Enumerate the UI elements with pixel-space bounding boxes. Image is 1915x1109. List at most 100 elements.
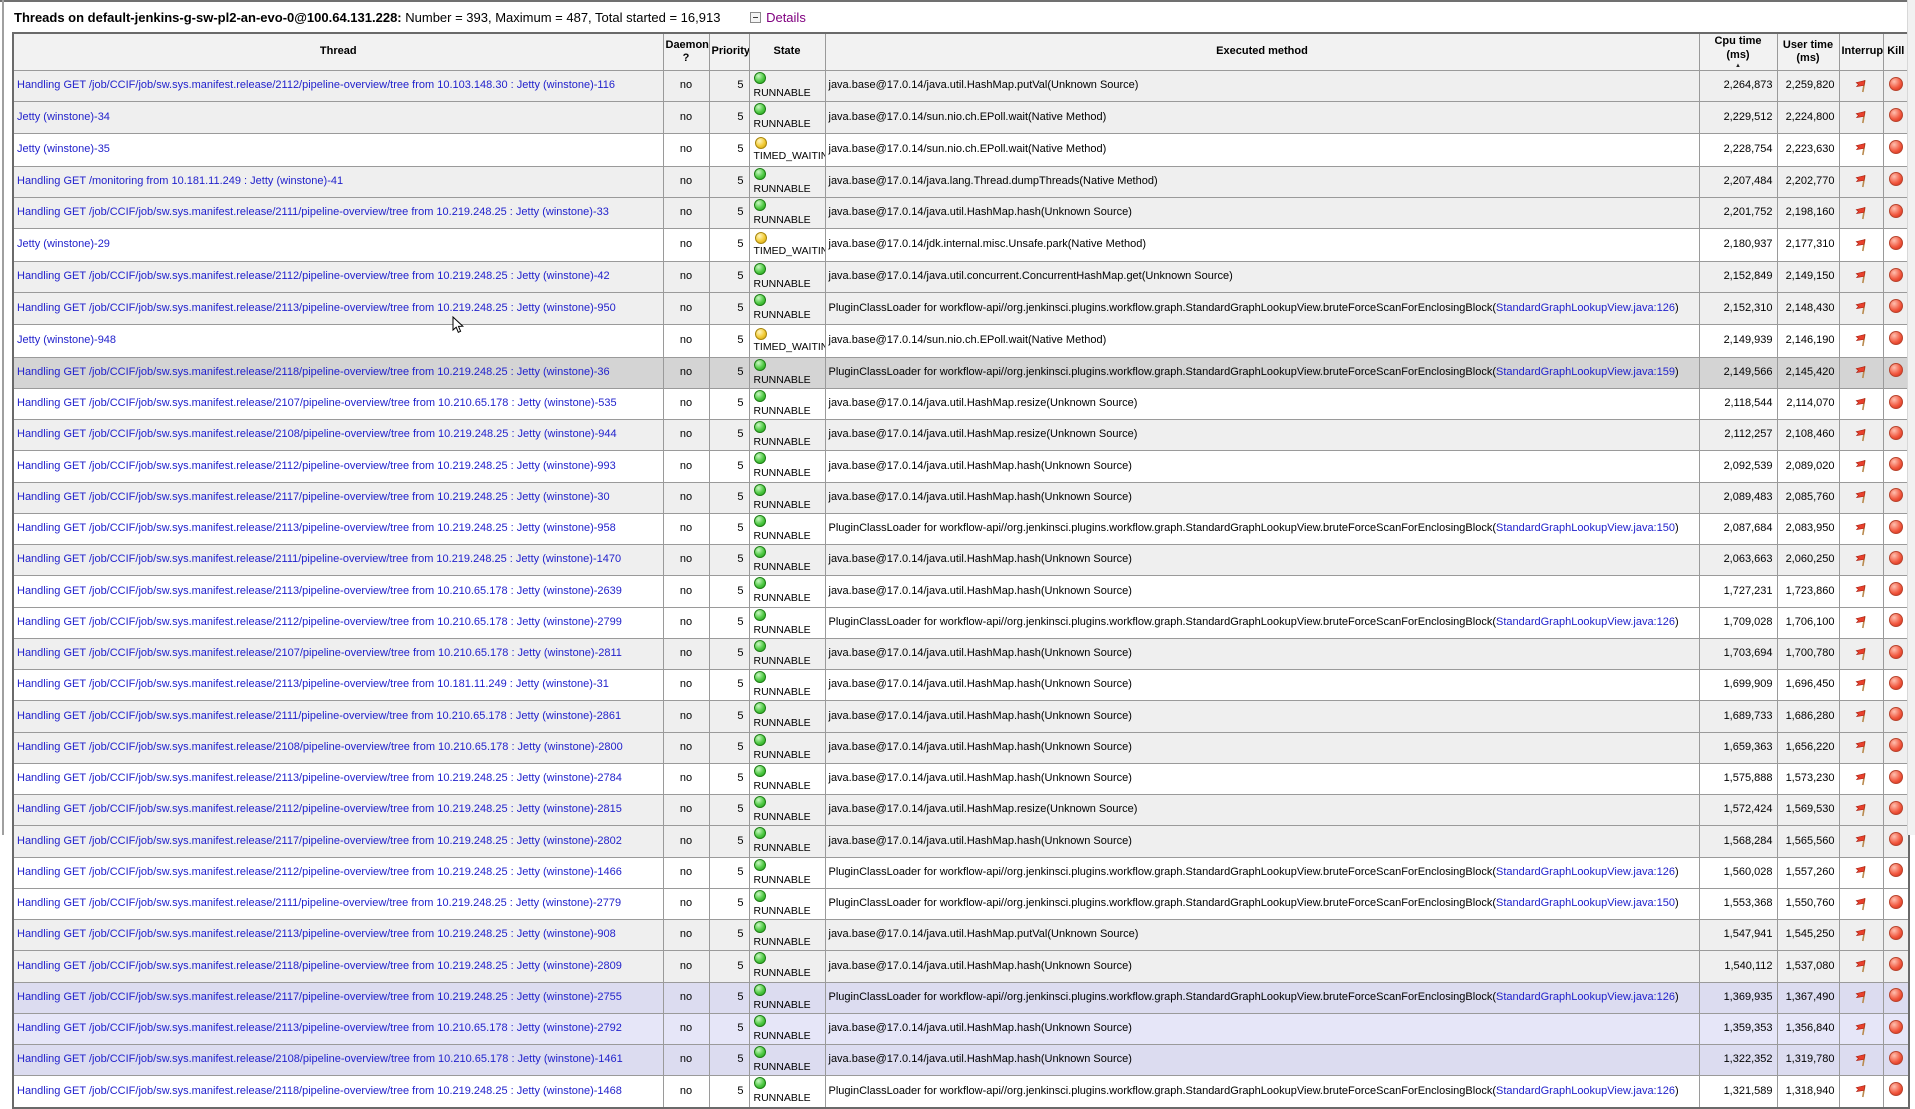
source-line-link[interactable]: StandardGraphLookupView.java:159: [1496, 366, 1675, 378]
interrupt-red-flag-icon[interactable]: [1854, 647, 1869, 661]
thread-link[interactable]: Handling GET /job/CCIF/job/sw.sys.manife…: [17, 79, 615, 91]
kill-red-ball-icon[interactable]: [1889, 676, 1903, 690]
interrupt-red-flag-icon[interactable]: [1854, 238, 1869, 252]
interrupt-red-flag-icon[interactable]: [1854, 709, 1869, 723]
kill-red-ball-icon[interactable]: [1889, 363, 1903, 377]
interrupt-red-flag-icon[interactable]: [1854, 301, 1869, 315]
thread-link[interactable]: Handling GET /job/CCIF/job/sw.sys.manife…: [17, 366, 610, 378]
thread-link[interactable]: Handling GET /job/CCIF/job/sw.sys.manife…: [17, 302, 616, 314]
kill-red-ball-icon[interactable]: [1889, 77, 1903, 91]
interrupt-red-flag-icon[interactable]: [1854, 365, 1869, 379]
thread-link[interactable]: Handling GET /job/CCIF/job/sw.sys.manife…: [17, 710, 621, 722]
thread-link[interactable]: Handling GET /job/CCIF/job/sw.sys.manife…: [17, 741, 623, 753]
kill-red-ball-icon[interactable]: [1889, 488, 1903, 502]
interrupt-red-flag-icon[interactable]: [1854, 206, 1869, 220]
interrupt-red-flag-icon[interactable]: [1854, 490, 1869, 504]
column-header-state[interactable]: State: [749, 33, 825, 71]
kill-red-ball-icon[interactable]: [1889, 988, 1903, 1002]
kill-red-ball-icon[interactable]: [1889, 204, 1903, 218]
kill-red-ball-icon[interactable]: [1889, 299, 1903, 313]
thread-link[interactable]: Handling GET /job/CCIF/job/sw.sys.manife…: [17, 553, 621, 565]
kill-red-ball-icon[interactable]: [1889, 926, 1903, 940]
interrupt-red-flag-icon[interactable]: [1854, 615, 1869, 629]
interrupt-red-flag-icon[interactable]: [1854, 1084, 1869, 1098]
source-line-link[interactable]: StandardGraphLookupView.java:150: [1496, 522, 1675, 534]
kill-red-ball-icon[interactable]: [1889, 457, 1903, 471]
thread-link[interactable]: Handling GET /job/CCIF/job/sw.sys.manife…: [17, 460, 616, 472]
interrupt-red-flag-icon[interactable]: [1854, 522, 1869, 536]
scrollbar[interactable]: [1907, 0, 1915, 835]
kill-red-ball-icon[interactable]: [1889, 331, 1903, 345]
thread-link[interactable]: Handling GET /job/CCIF/job/sw.sys.manife…: [17, 647, 622, 659]
interrupt-red-flag-icon[interactable]: [1854, 1022, 1869, 1036]
interrupt-red-flag-icon[interactable]: [1854, 834, 1869, 848]
kill-red-ball-icon[interactable]: [1889, 268, 1903, 282]
thread-link[interactable]: Handling GET /job/CCIF/job/sw.sys.manife…: [17, 397, 617, 409]
source-line-link[interactable]: StandardGraphLookupView.java:126: [1496, 616, 1675, 628]
interrupt-red-flag-icon[interactable]: [1854, 678, 1869, 692]
collapse-minus-icon[interactable]: [750, 12, 761, 23]
interrupt-red-flag-icon[interactable]: [1854, 270, 1869, 284]
interrupt-red-flag-icon[interactable]: [1854, 459, 1869, 473]
column-header-user-time[interactable]: User time (ms): [1777, 33, 1839, 71]
thread-link[interactable]: Handling GET /job/CCIF/job/sw.sys.manife…: [17, 991, 622, 1003]
thread-link[interactable]: Handling GET /job/CCIF/job/sw.sys.manife…: [17, 616, 622, 628]
interrupt-red-flag-icon[interactable]: [1854, 79, 1869, 93]
kill-red-ball-icon[interactable]: [1889, 863, 1903, 877]
kill-red-ball-icon[interactable]: [1889, 738, 1903, 752]
thread-link[interactable]: Jetty (winstone)-34: [17, 111, 110, 123]
interrupt-red-flag-icon[interactable]: [1854, 959, 1869, 973]
interrupt-red-flag-icon[interactable]: [1854, 428, 1869, 442]
column-header-thread[interactable]: Thread: [13, 33, 663, 71]
column-header-cpu-time[interactable]: Cpu time (ms)▲: [1699, 33, 1777, 71]
column-header-kill[interactable]: Kill: [1883, 33, 1909, 71]
interrupt-red-flag-icon[interactable]: [1854, 990, 1869, 1004]
interrupt-red-flag-icon[interactable]: [1854, 110, 1869, 124]
thread-link[interactable]: Handling GET /job/CCIF/job/sw.sys.manife…: [17, 1053, 623, 1065]
column-header-daemon[interactable]: Daemon ?: [663, 33, 709, 71]
thread-link[interactable]: Handling GET /job/CCIF/job/sw.sys.manife…: [17, 803, 622, 815]
kill-red-ball-icon[interactable]: [1889, 613, 1903, 627]
column-header-interrupt[interactable]: Interrupt: [1839, 33, 1883, 71]
thread-link[interactable]: Handling GET /job/CCIF/job/sw.sys.manife…: [17, 1022, 622, 1034]
source-line-link[interactable]: StandardGraphLookupView.java:150: [1496, 897, 1675, 909]
kill-red-ball-icon[interactable]: [1889, 426, 1903, 440]
kill-red-ball-icon[interactable]: [1889, 707, 1903, 721]
kill-red-ball-icon[interactable]: [1889, 645, 1903, 659]
thread-link[interactable]: Handling GET /monitoring from 10.181.11.…: [17, 175, 343, 187]
kill-red-ball-icon[interactable]: [1889, 1082, 1903, 1096]
thread-link[interactable]: Handling GET /job/CCIF/job/sw.sys.manife…: [17, 897, 621, 909]
thread-link[interactable]: Handling GET /job/CCIF/job/sw.sys.manife…: [17, 960, 622, 972]
interrupt-red-flag-icon[interactable]: [1854, 142, 1869, 156]
kill-red-ball-icon[interactable]: [1889, 236, 1903, 250]
interrupt-red-flag-icon[interactable]: [1854, 928, 1869, 942]
thread-link[interactable]: Handling GET /job/CCIF/job/sw.sys.manife…: [17, 678, 609, 690]
thread-link[interactable]: Handling GET /job/CCIF/job/sw.sys.manife…: [17, 206, 609, 218]
thread-link[interactable]: Jetty (winstone)-29: [17, 238, 110, 250]
interrupt-red-flag-icon[interactable]: [1854, 897, 1869, 911]
thread-link[interactable]: Jetty (winstone)-35: [17, 143, 110, 155]
interrupt-red-flag-icon[interactable]: [1854, 584, 1869, 598]
kill-red-ball-icon[interactable]: [1889, 551, 1903, 565]
kill-red-ball-icon[interactable]: [1889, 108, 1903, 122]
column-header-priority[interactable]: Priority: [709, 33, 749, 71]
kill-red-ball-icon[interactable]: [1889, 140, 1903, 154]
kill-red-ball-icon[interactable]: [1889, 520, 1903, 534]
interrupt-red-flag-icon[interactable]: [1854, 553, 1869, 567]
kill-red-ball-icon[interactable]: [1889, 582, 1903, 596]
thread-link[interactable]: Handling GET /job/CCIF/job/sw.sys.manife…: [17, 1085, 622, 1097]
kill-red-ball-icon[interactable]: [1889, 172, 1903, 186]
thread-link[interactable]: Handling GET /job/CCIF/job/sw.sys.manife…: [17, 928, 616, 940]
thread-link[interactable]: Handling GET /job/CCIF/job/sw.sys.manife…: [17, 491, 610, 503]
thread-link[interactable]: Handling GET /job/CCIF/job/sw.sys.manife…: [17, 585, 622, 597]
kill-red-ball-icon[interactable]: [1889, 801, 1903, 815]
thread-link[interactable]: Handling GET /job/CCIF/job/sw.sys.manife…: [17, 835, 622, 847]
interrupt-red-flag-icon[interactable]: [1854, 772, 1869, 786]
kill-red-ball-icon[interactable]: [1889, 770, 1903, 784]
kill-red-ball-icon[interactable]: [1889, 1020, 1903, 1034]
interrupt-red-flag-icon[interactable]: [1854, 1053, 1869, 1067]
thread-link[interactable]: Handling GET /job/CCIF/job/sw.sys.manife…: [17, 772, 622, 784]
details-link[interactable]: Details: [750, 10, 806, 25]
column-header-executed-method[interactable]: Executed method: [825, 33, 1699, 71]
interrupt-red-flag-icon[interactable]: [1854, 397, 1869, 411]
